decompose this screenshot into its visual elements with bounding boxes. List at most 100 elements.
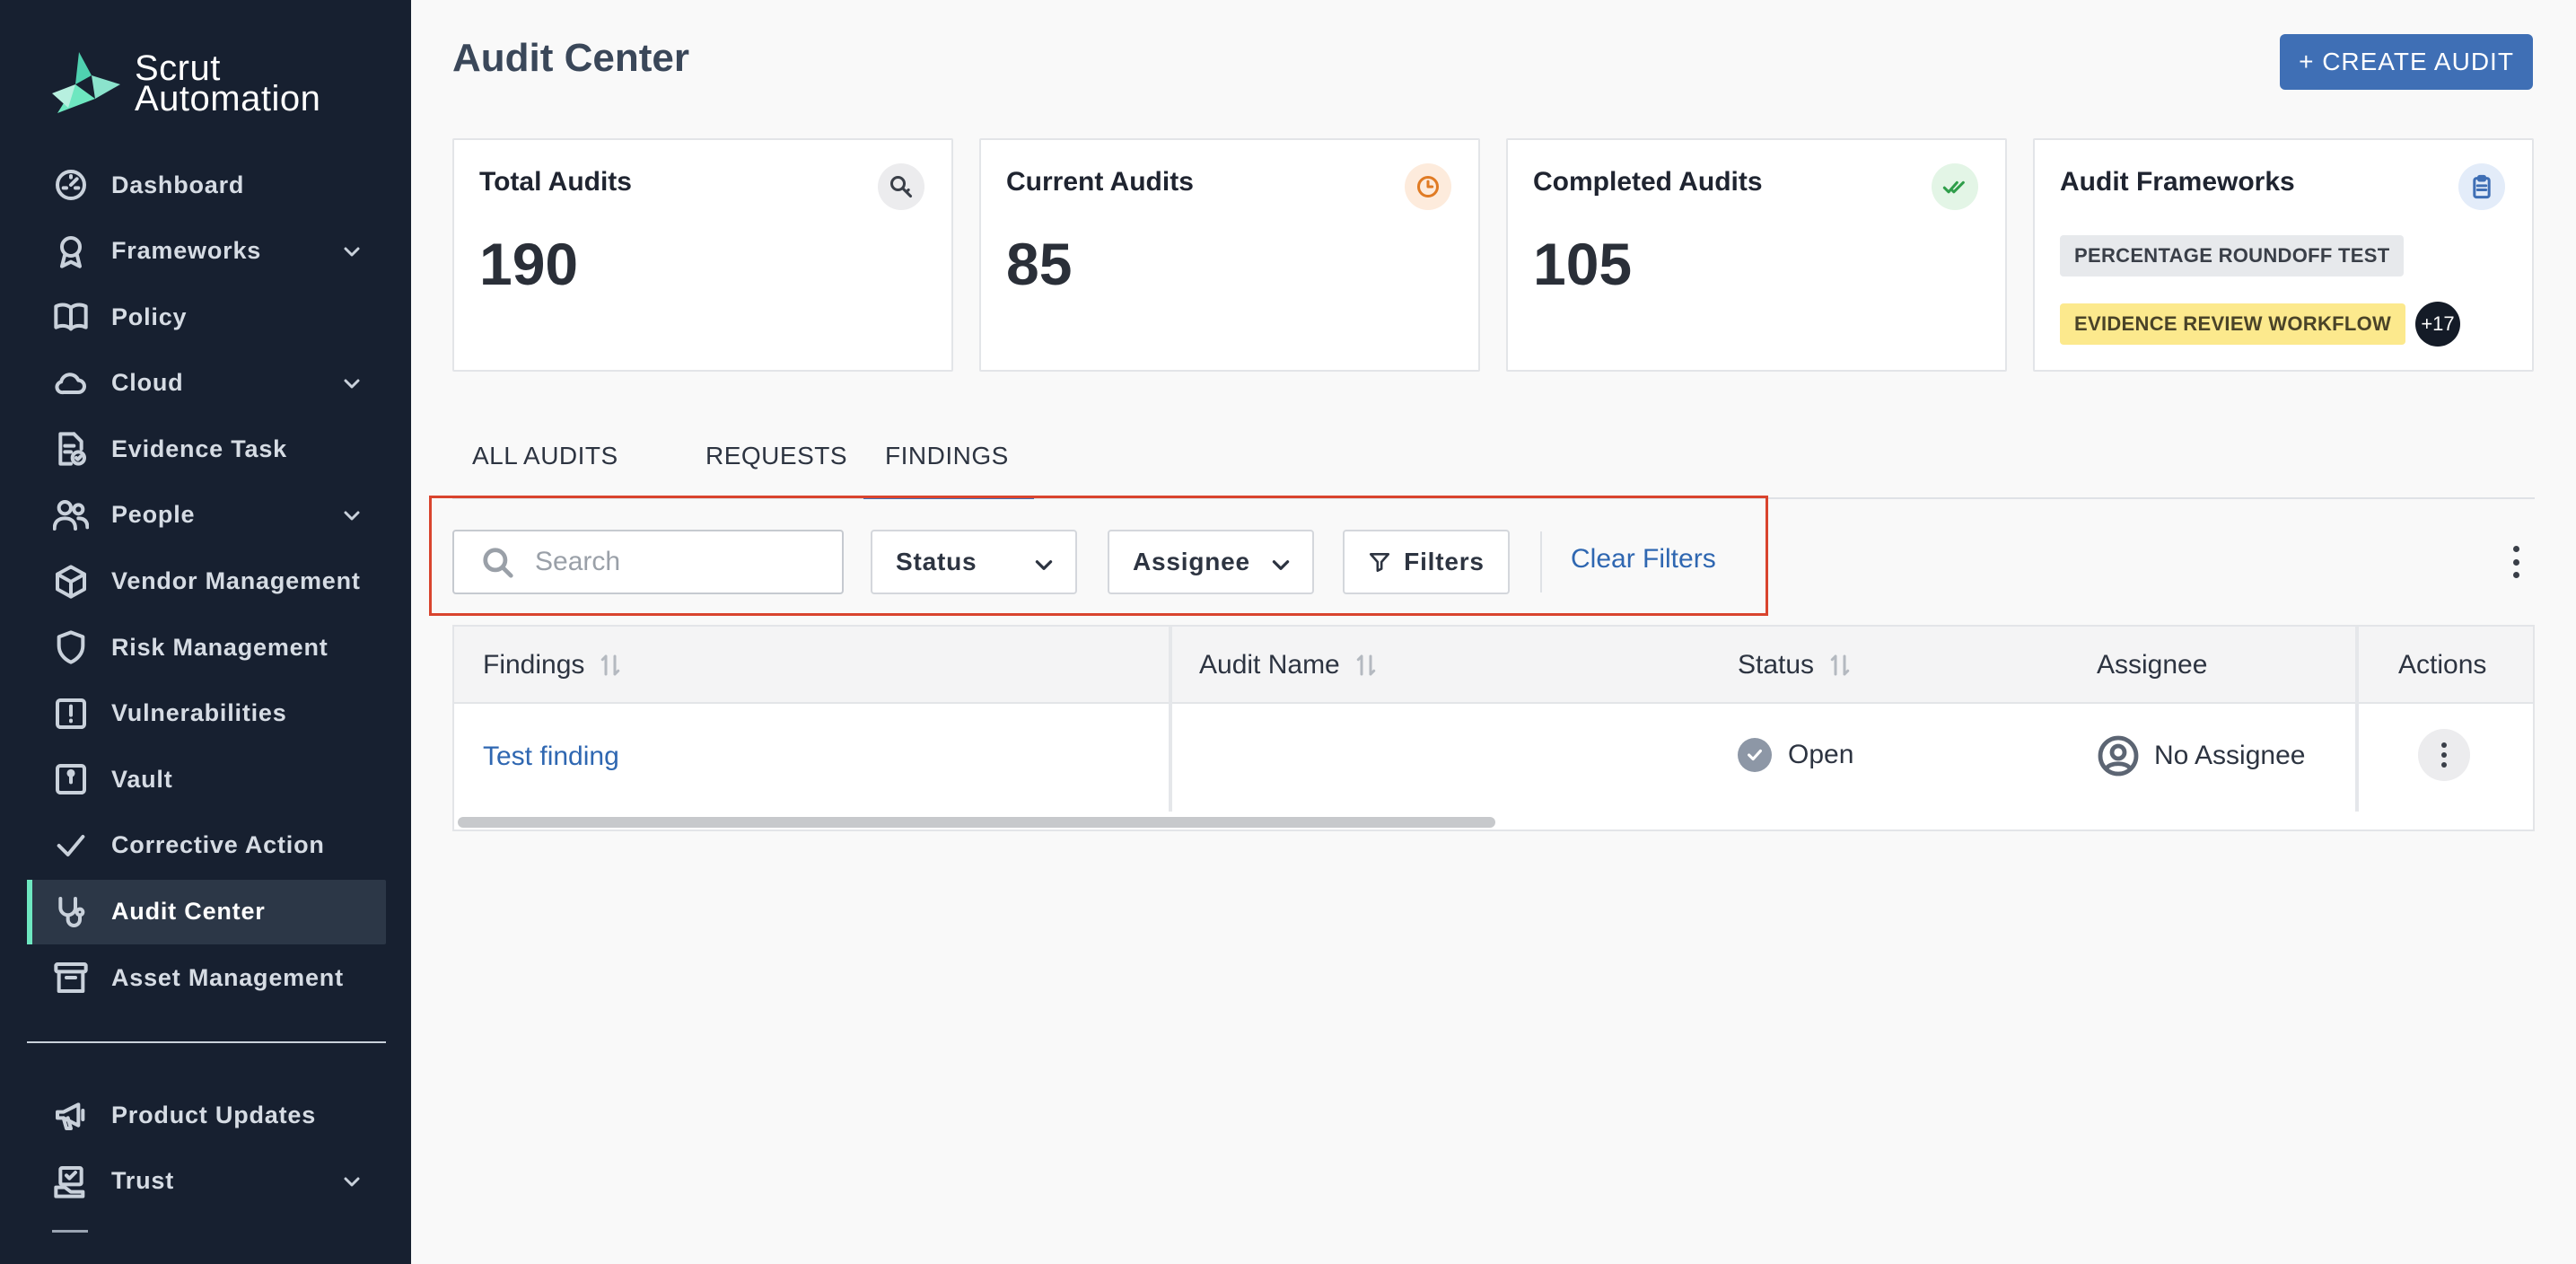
table-header: Findings Audit Name Status Assignee Acti… [454,627,2533,704]
column-header-label: Assignee [2097,650,2208,680]
search-key-icon [878,163,924,210]
assignee-text: No Assignee [2154,741,2306,770]
sidebar-item-label: Evidence Task [111,434,287,462]
column-header-label: Actions [2398,650,2487,680]
sidebar-item-audit-center[interactable]: Audit Center [27,879,386,944]
card-title: Current Audits [1006,167,1194,197]
tab-findings[interactable]: FINDINGS [863,433,1034,499]
sidebar-item-asset-management[interactable]: Asset Management [27,945,386,1010]
column-header-findings[interactable]: Findings [483,650,624,680]
sidebar-item-label: Risk Management [111,633,329,661]
status-dropdown[interactable]: Status [871,530,1077,594]
sidebar-item-corrective-action[interactable]: Corrective Action [27,813,386,878]
column-header-actions: Actions [2398,650,2486,680]
column-divider [1169,627,1172,812]
stethoscope-icon [52,893,90,931]
sidebar-item-vault[interactable]: Vault [27,747,386,812]
card-value: 190 [479,231,579,297]
sidebar-item-dashboard[interactable]: Dashboard [27,153,386,217]
sidebar-item-label: Product Updates [111,1101,317,1128]
finding-link[interactable]: Test finding [483,742,619,772]
filters-button[interactable]: Filters [1343,530,1510,594]
sidebar-item-label: Trust [111,1167,175,1195]
findings-table: Findings Audit Name Status Assignee Acti… [452,625,2535,831]
sidebar-item-label: Vendor Management [111,567,361,595]
chevron-down-icon[interactable] [341,1171,363,1192]
column-header-status[interactable]: Status [1738,650,1853,680]
double-check-icon [1932,163,1978,210]
chevron-down-icon[interactable] [341,373,363,394]
sidebar-item-label: Dashboard [111,171,245,198]
search-icon [483,548,513,578]
clear-filters-link[interactable]: Clear Filters [1571,544,1716,575]
column-header-label: Audit Name [1199,650,1340,680]
create-audit-button[interactable]: + CREATE AUDIT [2280,34,2533,90]
chevron-down-icon[interactable] [341,241,363,262]
assignee-cell[interactable]: No Assignee [2097,734,2305,777]
award-icon [52,233,90,270]
sidebar-item-vendor-management[interactable]: Vendor Management [27,549,386,614]
status-check-icon [1738,738,1772,772]
chevron-down-icon [1035,560,1053,570]
horizontal-scrollbar[interactable] [458,817,1495,828]
trust-icon [52,1163,90,1200]
sidebar-item-trust[interactable]: Trust [27,1149,386,1214]
column-header-audit-name[interactable]: Audit Name [1199,650,1380,680]
sidebar-item-label: Policy [111,303,188,330]
chevron-down-icon [1272,560,1290,570]
card-title: Audit Frameworks [2060,167,2295,197]
sidebar-item-product-updates[interactable]: Product Updates [27,1083,386,1147]
card-value: 85 [1006,231,1073,297]
sidebar-item-label: Audit Center [111,898,266,926]
card-audit-frameworks: Audit Frameworks PERCENTAGE ROUNDOFF TES… [2033,138,2534,372]
tab-all-audits[interactable]: ALL AUDITS [472,433,618,499]
sidebar-item-risk-management[interactable]: Risk Management [27,615,386,680]
document-check-icon [52,430,90,468]
tab-requests[interactable]: REQUESTS [705,433,847,499]
clipboard-icon [2458,163,2505,210]
card-completed-audits: Completed Audits 105 [1506,138,2007,372]
framework-tag[interactable]: PERCENTAGE ROUNDOFF TEST [2060,235,2405,276]
more-options-icon[interactable] [2502,542,2529,582]
sidebar-item-label: Vault [111,765,173,793]
search-input[interactable] [535,540,822,584]
sidebar-item-people[interactable]: People [27,483,386,548]
sidebar-item-cloud[interactable]: Cloud [27,351,386,416]
assignee-dropdown[interactable]: Assignee [1108,530,1314,594]
people-icon [52,496,90,534]
sidebar-item-policy[interactable]: Policy [27,285,386,349]
book-icon [52,298,90,336]
column-header-label: Findings [483,650,585,680]
sidebar-item-evidence-task[interactable]: Evidence Task [27,417,386,481]
sidebar-item-label: Asset Management [111,963,344,991]
brand-line-2: Automation [135,79,321,118]
sidebar-scroll-hint [52,1230,88,1233]
row-actions-icon[interactable] [2418,729,2470,781]
card-title: Completed Audits [1533,167,1763,197]
page-title: Audit Center [452,36,689,80]
sidebar-item-label: People [111,501,196,529]
sidebar-item-frameworks[interactable]: Frameworks [27,219,386,284]
sidebar-item-label: Vulnerabilities [111,699,287,727]
sort-icon [1830,654,1850,676]
framework-tag[interactable]: EVIDENCE REVIEW WORKFLOW [2060,303,2406,345]
status-dropdown-label: Status [896,548,977,575]
brand-logo[interactable]: Scrut Automation [48,48,320,118]
chevron-down-icon[interactable] [341,505,363,526]
search-box[interactable] [452,530,844,594]
sidebar-nav: Dashboard Frameworks Policy Cloud Eviden… [27,153,386,1012]
more-frameworks-badge[interactable]: +17 [2415,302,2460,347]
cloud-icon [52,364,90,402]
card-current-audits: Current Audits 85 [979,138,1480,372]
box-icon [52,563,90,601]
sidebar-item-vulnerabilities[interactable]: Vulnerabilities [27,681,386,746]
audit-tabs: ALL AUDITS REQUESTS FINDINGS [452,433,2535,499]
megaphone-icon [52,1096,90,1134]
archive-icon [52,959,90,996]
check-icon [52,827,90,865]
sidebar-divider [27,1041,386,1043]
scrut-logo-icon [52,52,120,113]
toolbar-separator [1540,531,1542,592]
assignee-dropdown-label: Assignee [1133,548,1250,575]
card-total-audits: Total Audits 190 [452,138,953,372]
